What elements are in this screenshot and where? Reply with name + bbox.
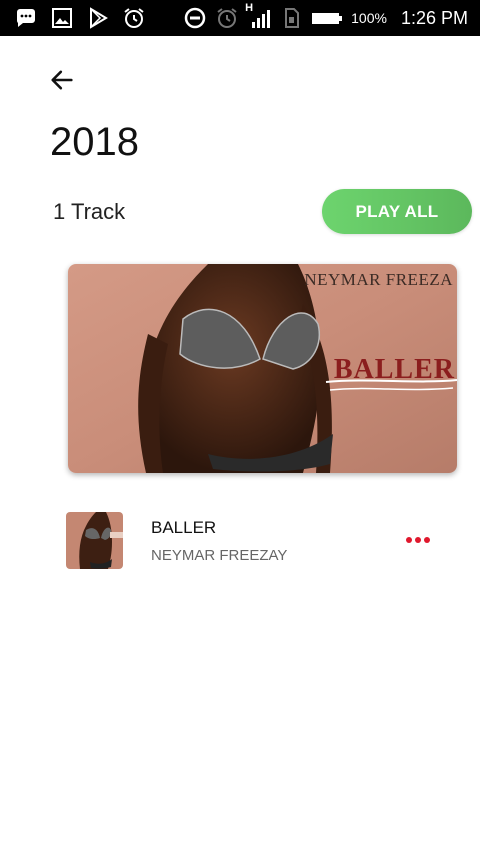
clock: 1:26 PM — [400, 7, 468, 28]
sim-icon — [279, 6, 303, 30]
alarm-icon — [122, 6, 146, 30]
play-all-button[interactable]: PLAY ALL — [322, 189, 472, 234]
track-count: 1 Track — [53, 199, 126, 224]
battery-percent: 100% — [351, 10, 387, 26]
arrow-left-icon — [51, 70, 73, 90]
messenger-icon — [14, 6, 38, 30]
track-row[interactable]: BALLER NEYMAR FREEZAY — [0, 506, 480, 574]
more-options-button[interactable] — [400, 528, 436, 552]
album-cover[interactable]: NEYMAR FREEZA BALLER — [68, 264, 457, 473]
signal-icon: H — [245, 2, 271, 30]
gallery-icon — [50, 6, 74, 30]
status-bar: H 100% 1:26 PM — [0, 0, 480, 36]
do-not-disturb-icon — [183, 6, 207, 30]
back-button[interactable] — [44, 62, 80, 98]
track-artist: NEYMAR FREEZAY — [151, 547, 288, 564]
play-store-icon — [86, 6, 110, 30]
more-dots-icon — [406, 537, 430, 543]
page-title: 2018 — [50, 120, 139, 164]
cover-song-text: BALLER — [333, 354, 455, 385]
cover-artist-text: NEYMAR FREEZA — [304, 270, 453, 289]
track-thumbnail — [66, 512, 123, 569]
network-type-label: H — [245, 2, 254, 14]
alarm-icon — [215, 6, 239, 30]
battery-icon — [311, 6, 343, 30]
track-title: BALLER — [151, 518, 217, 537]
